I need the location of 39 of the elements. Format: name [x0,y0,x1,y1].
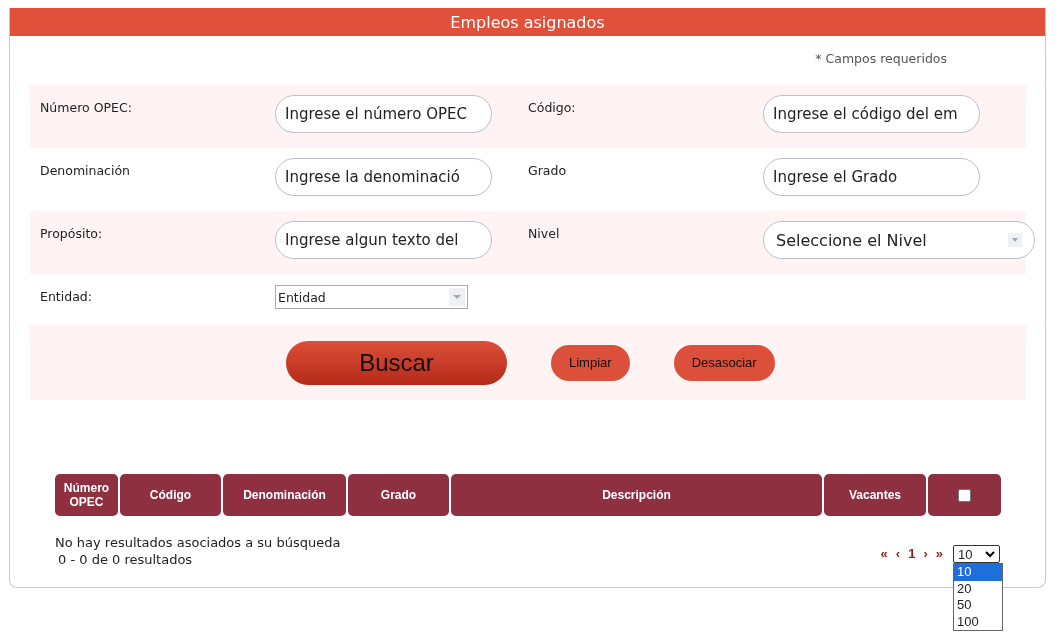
column-header: Vacantes [847,488,902,502]
text-field[interactable]: Ingrese la denominació [275,158,492,196]
action-button[interactable]: Limpiar [551,344,630,381]
chevron-down-icon [985,550,995,558]
field-label: Código: [528,100,576,115]
column-header: Código [148,488,193,502]
dropdown-option[interactable]: 20 [954,580,1002,597]
dropdown-option[interactable]: 100 [954,613,1002,630]
field-label: Entidad: [40,289,92,304]
select-field[interactable]: Seleccione el Nivel [763,221,1035,259]
action-button[interactable]: Desasociar [673,344,775,381]
pagination-link[interactable]: ‹ [895,547,901,561]
column-header: Número OPEC [62,481,111,509]
text-field[interactable]: Ingrese el código del em [763,95,980,133]
search-button[interactable]: Buscar [286,340,507,385]
field-label: Denominación [40,163,131,178]
text-field[interactable]: Ingrese el número OPEC [275,95,492,133]
field-label: Número OPEC: [40,100,132,115]
column-header: Descripción [601,488,672,502]
page-title: Empleos asignados [450,12,605,32]
pagination-link[interactable]: » [935,547,943,561]
required-note: * Campos requeridos [815,51,947,68]
pagination-link[interactable]: « [880,547,888,561]
field-label: Nivel [528,226,560,241]
field-label: Propósito: [40,226,103,241]
column-header: Denominación [242,488,327,502]
page-size-select[interactable]: 10 [953,545,1000,563]
pagination-link[interactable]: 1 [908,547,916,561]
text-field[interactable]: Ingrese el Grado [763,158,980,196]
field-label: Grado [528,163,567,178]
column-header: Grado [379,488,418,502]
pagination-link[interactable]: › [923,547,928,561]
empty-message: No hay resultados asociados a su búsqueda [55,534,341,551]
dropdown-option[interactable]: 10 [954,564,1002,581]
select-field[interactable]: Entidad [275,285,468,309]
result-count: 0 - 0 de 0 resultados [57,551,194,568]
select-all-checkbox[interactable] [958,488,971,502]
text-field[interactable]: Ingrese algun texto del [275,221,492,259]
dropdown-option[interactable]: 50 [954,597,1002,614]
